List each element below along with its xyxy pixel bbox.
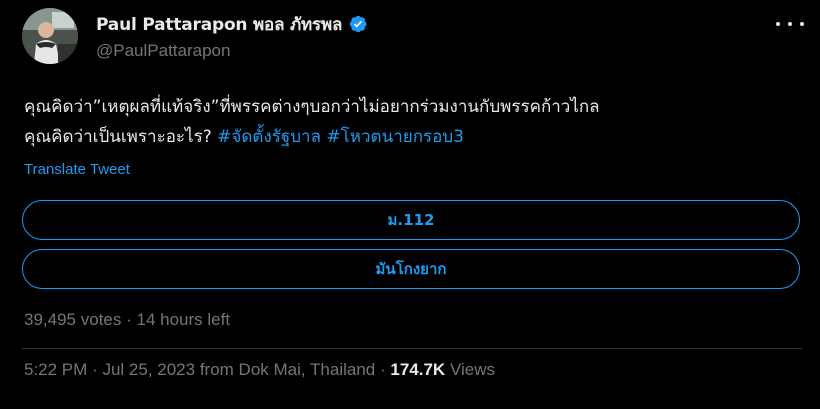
author-display-name[interactable]: Paul Pattarapon พอล ภัทรพล: [96, 11, 342, 38]
tweet: Paul Pattarapon พอล ภัทรพล @PaulPattarap…: [0, 0, 820, 409]
more-options-icon[interactable]: [776, 14, 804, 34]
tweet-source: from Dok Mai, Thailand: [199, 360, 376, 379]
tweet-text-line1: คุณคิดว่า”เหตุผลที่แท้จริง”ที่พรรคต่างๆบ…: [24, 97, 600, 117]
tweet-text-line2: คุณคิดว่าเป็นเพราะอะไร? #จัดตั้งรัฐบาล #…: [24, 122, 804, 152]
more-dot: [776, 22, 780, 26]
poll-vote-count: 39,495 votes: [24, 310, 122, 329]
avatar-photo: [22, 8, 78, 64]
divider: [22, 348, 802, 349]
tweet-date[interactable]: Jul 25, 2023: [102, 360, 195, 379]
views-count[interactable]: 174.7K: [390, 360, 445, 379]
hashtag-link[interactable]: #จัดตั้งรัฐบาล: [217, 127, 321, 147]
verified-badge-icon: [349, 15, 367, 33]
poll-option-button[interactable]: ม.112: [22, 200, 800, 240]
author-block: Paul Pattarapon พอล ภัทรพล @PaulPattarap…: [96, 12, 368, 61]
poll-option-button[interactable]: มันโกงยาก: [22, 249, 800, 289]
more-dot: [788, 22, 792, 26]
avatar[interactable]: [22, 8, 78, 64]
tweet-text: คุณคิดว่า”เหตุผลที่แท้จริง”ที่พรรคต่างๆบ…: [24, 92, 804, 152]
translate-tweet-link[interactable]: Translate Tweet: [24, 161, 130, 178]
tweet-timestamp: 5:22 PM · Jul 25, 2023 from Dok Mai, Tha…: [24, 360, 495, 380]
poll-meta: 39,495 votes · 14 hours left: [24, 310, 230, 330]
hashtag-link[interactable]: #โหวตนายกรอบ3: [326, 127, 464, 147]
views-label: Views: [449, 360, 495, 379]
tweet-time[interactable]: 5:22 PM: [24, 360, 87, 379]
author-handle[interactable]: @PaulPattarapon: [96, 41, 368, 61]
poll-time-left: 14 hours left: [136, 310, 231, 329]
separator-dot: ·: [92, 360, 98, 379]
more-dot: [800, 22, 804, 26]
tweet-text-question: คุณคิดว่าเป็นเพราะอะไร?: [24, 127, 218, 147]
separator-dot: ·: [379, 360, 386, 379]
separator-dot: ·: [126, 310, 132, 329]
